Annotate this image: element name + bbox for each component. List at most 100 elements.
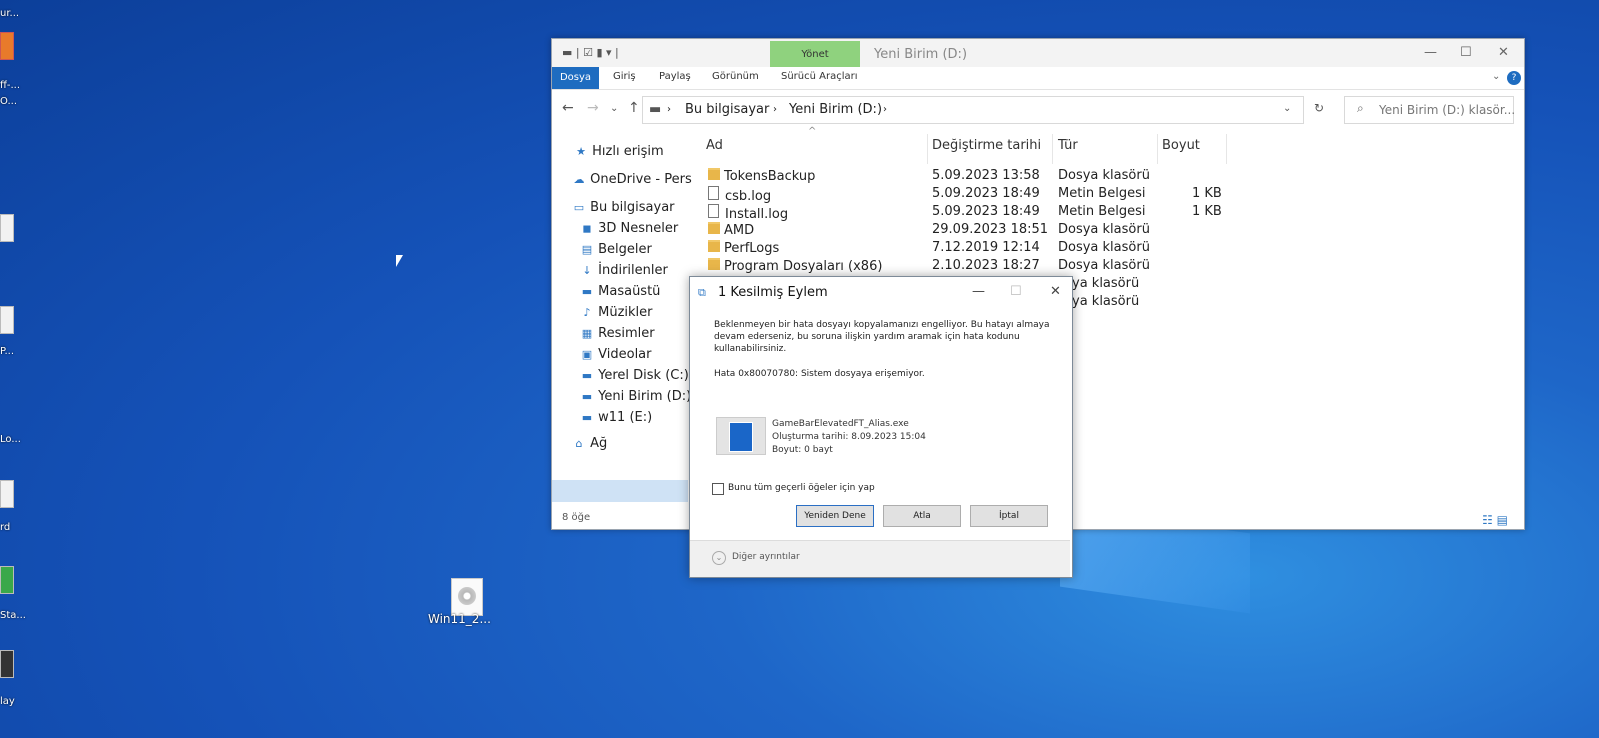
- chevron-right-icon[interactable]: ›: [667, 104, 671, 115]
- mouse-cursor-icon: [396, 255, 403, 267]
- app-icon[interactable]: [0, 32, 14, 60]
- refresh-icon[interactable]: ↻: [1314, 101, 1324, 115]
- nav-item-videos[interactable]: ▣ Videolar: [580, 347, 652, 367]
- tab-share[interactable]: Paylaş: [659, 71, 691, 82]
- chevron-down-icon[interactable]: ⌄: [712, 551, 726, 565]
- file-row[interactable]: Install.log 5.09.2023 18:49 Metin Belges…: [702, 204, 1522, 222]
- desktop-label[interactable]: ur...: [0, 8, 19, 19]
- desktop-label[interactable]: ff-...: [0, 80, 20, 91]
- desktop-label[interactable]: Sta...: [0, 610, 26, 621]
- nav-item-desktop[interactable]: ▬ Masaüstü: [580, 284, 661, 304]
- file-row[interactable]: csb.log 5.09.2023 18:49 Metin Belgesi 1 …: [702, 186, 1522, 204]
- file-created-date: Oluşturma tarihi: 8.09.2023 15:04: [772, 432, 926, 442]
- nav-item-documents[interactable]: ▤ Belgeler: [580, 242, 652, 262]
- tab-file[interactable]: Dosya: [552, 67, 599, 89]
- column-header-type[interactable]: Tür: [1058, 138, 1078, 153]
- column-header-date[interactable]: Değiştirme tarihi: [932, 138, 1041, 153]
- tab-drive-tools[interactable]: Sürücü Araçları: [781, 71, 858, 82]
- nav-item-quick-access[interactable]: ★ Hızlı erişim: [574, 144, 664, 164]
- recent-chevron-icon[interactable]: ⌄: [610, 103, 618, 114]
- nav-item-drive-c[interactable]: ▬ Yerel Disk (C:): [580, 368, 689, 388]
- retry-button[interactable]: Yeniden Dene: [796, 505, 874, 527]
- column-separator[interactable]: [1157, 134, 1158, 164]
- document-icon: ▤: [581, 243, 593, 256]
- nav-item-network[interactable]: ⌂ Ağ: [572, 436, 608, 456]
- nav-item-drive-d[interactable]: ▬ Yeni Birim (D:): [580, 389, 691, 409]
- music-icon: ♪: [583, 306, 591, 319]
- nav-item-downloads[interactable]: ↓ İndirilenler: [580, 263, 667, 283]
- file-row[interactable]: AMD 29.09.2023 18:51 Dosya klasörü: [702, 222, 1522, 240]
- apply-all-checkbox[interactable]: [712, 483, 724, 495]
- nav-selection-highlight: [552, 480, 688, 502]
- file-icon[interactable]: [0, 306, 14, 334]
- app-icon[interactable]: [0, 650, 14, 678]
- tab-home[interactable]: Giriş: [613, 71, 636, 82]
- chevron-right-icon[interactable]: ›: [883, 104, 887, 115]
- quick-access-toolbar[interactable]: ▬ | ☑ ▮ ▾ |: [562, 46, 619, 59]
- nav-item-music[interactable]: ♪ Müzikler: [580, 305, 652, 325]
- skip-button[interactable]: Atla: [883, 505, 961, 527]
- breadcrumb-drive-d[interactable]: Yeni Birim (D:): [789, 102, 882, 117]
- minimize-icon[interactable]: —: [1424, 45, 1437, 60]
- file-icon[interactable]: [0, 214, 14, 242]
- file-size: Boyut: 0 bayt: [772, 445, 833, 455]
- nav-item-3d-objects[interactable]: ◼ 3D Nesneler: [580, 221, 678, 241]
- column-separator[interactable]: [1226, 134, 1227, 164]
- column-separator[interactable]: [927, 134, 928, 164]
- image-icon: ▦: [581, 327, 593, 340]
- close-icon[interactable]: ✕: [1498, 45, 1509, 60]
- navigation-pane: ★ Hızlı erişim ☁ OneDrive - Pers ▭ Bu bi…: [552, 134, 692, 514]
- desktop-label[interactable]: rd: [0, 522, 10, 533]
- drive-icon: ▬: [581, 369, 593, 382]
- column-separator[interactable]: [1052, 134, 1053, 164]
- back-icon[interactable]: ←: [562, 100, 574, 116]
- desktop-label[interactable]: P...: [0, 346, 14, 357]
- maximize-icon[interactable]: ☐: [1460, 45, 1472, 60]
- column-header-name[interactable]: Ad: [706, 138, 723, 153]
- drive-icon: ▬: [581, 411, 593, 424]
- more-details-toggle[interactable]: Diğer ayrıntılar: [732, 552, 800, 562]
- minimize-icon[interactable]: —: [972, 284, 985, 299]
- search-input[interactable]: Yeni Birim (D:) klasör...: [1379, 103, 1515, 117]
- desktop-label[interactable]: O...: [0, 96, 17, 107]
- forward-icon[interactable]: →: [587, 100, 599, 116]
- app-icon[interactable]: [0, 566, 14, 594]
- disc-image-icon[interactable]: [451, 578, 483, 616]
- text-file-icon: [708, 204, 719, 218]
- breadcrumb-this-pc[interactable]: Bu bilgisayar: [685, 102, 769, 117]
- nav-item-pictures[interactable]: ▦ Resimler: [580, 326, 655, 346]
- address-bar[interactable]: ▬ › Bu bilgisayar › Yeni Birim (D:) › ⌄: [642, 96, 1304, 124]
- star-icon: ★: [576, 145, 586, 158]
- chevron-right-icon[interactable]: ›: [773, 104, 777, 115]
- chevron-down-icon[interactable]: ⌄: [1283, 103, 1291, 114]
- nav-item-this-pc[interactable]: ▭ Bu bilgisayar: [572, 200, 675, 220]
- file-row[interactable]: Program Dosyaları (x86) 2.10.2023 18:27 …: [702, 258, 1522, 276]
- desktop-label[interactable]: lay: [0, 696, 15, 707]
- nav-item-drive-e[interactable]: ▬ w11 (E:): [580, 410, 652, 430]
- desktop-label[interactable]: Lo...: [0, 434, 21, 445]
- column-header-size[interactable]: Boyut: [1162, 138, 1200, 153]
- copy-error-dialog: ⧉ 1 Kesilmiş Eylem — ☐ ✕ Beklenmeyen bir…: [689, 276, 1073, 578]
- file-row[interactable]: PerfLogs 7.12.2019 12:14 Dosya klasörü: [702, 240, 1522, 258]
- tab-manage[interactable]: Yönet: [770, 41, 860, 69]
- desktop-icon: ▬: [581, 285, 593, 298]
- file-row[interactable]: TokensBackup 5.09.2023 13:58 Dosya klasö…: [702, 168, 1522, 186]
- cube-icon: ◼: [582, 222, 592, 235]
- maximize-icon[interactable]: ☐: [1010, 284, 1022, 299]
- help-icon[interactable]: ?: [1507, 71, 1521, 85]
- status-item-count: 8 öğe: [562, 512, 591, 523]
- file-icon[interactable]: [0, 480, 14, 508]
- cancel-button[interactable]: İptal: [970, 505, 1048, 527]
- apply-all-label[interactable]: Bunu tüm geçerli öğeler için yap: [728, 483, 875, 493]
- up-icon[interactable]: ↑: [628, 100, 640, 116]
- desktop-file-label[interactable]: Win11_2...: [428, 612, 491, 626]
- close-icon[interactable]: ✕: [1050, 284, 1061, 299]
- file-name: GameBarElevatedFT_Alias.exe: [772, 419, 909, 429]
- tab-view[interactable]: Görünüm: [712, 71, 759, 82]
- nav-item-onedrive[interactable]: ☁ OneDrive - Pers: [572, 172, 692, 192]
- dialog-message: Beklenmeyen bir hata dosyayı kopyalamanı…: [714, 320, 1050, 354]
- search-box[interactable]: ⌕ Yeni Birim (D:) klasör...: [1344, 96, 1515, 124]
- view-toggle-icons[interactable]: ☷ ▤: [1482, 513, 1508, 527]
- ribbon-expand-icon[interactable]: ⌄: [1492, 71, 1500, 82]
- video-icon: ▣: [581, 348, 593, 361]
